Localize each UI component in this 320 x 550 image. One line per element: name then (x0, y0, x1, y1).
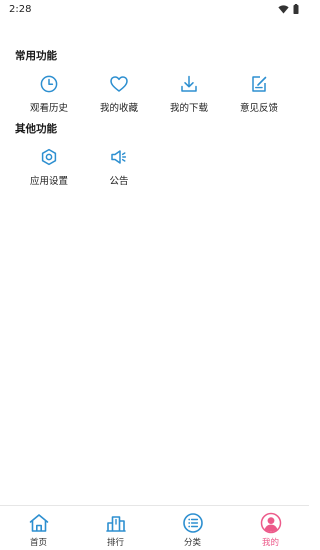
wifi-icon (278, 4, 289, 14)
my-downloads-button[interactable]: 我的下载 (154, 72, 224, 122)
status-time: 2:28 (9, 3, 32, 15)
feedback-button[interactable]: 意见反馈 (224, 72, 294, 122)
profile-page: 2:28 常用功能 观看历史 我的收藏 我的下载 意见反馈 其他功能 应用设置 … (0, 0, 309, 550)
clock-icon (40, 75, 58, 93)
nav-ranking-label: 排行 (106, 538, 124, 548)
announcement-label: 公告 (109, 176, 129, 187)
section-title-other: 其他功能 (15, 123, 57, 135)
announcement-button[interactable]: 公告 (84, 145, 154, 195)
my-favorites-button[interactable]: 我的收藏 (84, 72, 154, 122)
nav-category[interactable]: 分类 (154, 506, 231, 550)
battery-icon (293, 4, 299, 14)
bottom-nav: 首页 排行 分类 我的 (0, 505, 309, 550)
settings-icon (41, 148, 57, 166)
category-list-icon (182, 513, 203, 533)
my-downloads-label: 我的下载 (169, 103, 208, 114)
status-icons (278, 4, 299, 14)
home-icon (29, 514, 48, 532)
app-settings-label: 应用设置 (29, 176, 68, 187)
download-icon (181, 75, 197, 92)
feedback-label: 意见反馈 (239, 103, 278, 114)
nav-profile[interactable]: 我的 (232, 506, 309, 550)
my-favorites-label: 我的收藏 (99, 103, 138, 114)
ranking-icon (105, 516, 126, 532)
nav-category-label: 分类 (183, 538, 201, 548)
common-functions-grid: 观看历史 我的收藏 我的下载 意见反馈 (0, 72, 309, 122)
feedback-edit-icon (252, 76, 267, 92)
nav-home[interactable]: 首页 (0, 506, 77, 550)
heart-icon (110, 76, 128, 92)
nav-home-label: 首页 (29, 538, 47, 548)
nav-ranking[interactable]: 排行 (77, 506, 154, 550)
section-title-common: 常用功能 (15, 50, 57, 62)
status-bar: 2:28 (0, 0, 309, 18)
watch-history-label: 观看历史 (29, 103, 68, 114)
other-functions-grid: 应用设置 公告 (0, 145, 309, 195)
nav-profile-label: 我的 (261, 538, 279, 548)
profile-icon (260, 512, 281, 534)
watch-history-button[interactable]: 观看历史 (14, 72, 84, 122)
app-settings-button[interactable]: 应用设置 (14, 145, 84, 195)
speaker-icon (111, 150, 127, 164)
